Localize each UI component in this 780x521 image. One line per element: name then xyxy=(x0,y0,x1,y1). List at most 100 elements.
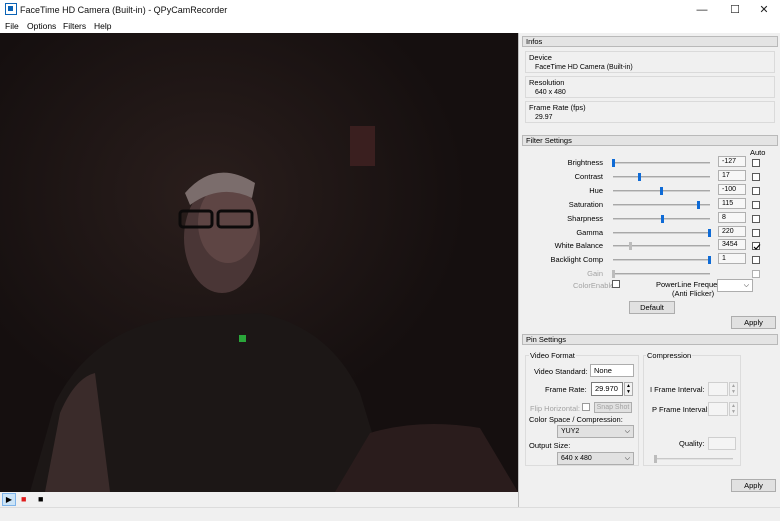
status-bar xyxy=(0,507,780,521)
default-button[interactable]: Default xyxy=(629,301,675,314)
auto-column-label: Auto xyxy=(750,148,766,157)
device-info: Device FaceTime HD Camera (Built-in) xyxy=(525,51,775,73)
contrast-slider-thumb[interactable] xyxy=(638,173,642,181)
p-frame-input[interactable] xyxy=(708,402,728,416)
powerline-select[interactable]: ⌵ xyxy=(717,279,753,292)
stop-button[interactable]: ■ xyxy=(38,494,43,504)
saturation-slider[interactable] xyxy=(613,201,710,209)
camera-frame-image xyxy=(0,33,518,492)
camera-preview xyxy=(0,33,518,492)
gain-slider-thumb[interactable] xyxy=(612,270,615,278)
quality-input[interactable] xyxy=(708,437,736,450)
sharpness-label: Sharpness xyxy=(567,214,603,223)
flip-horizontal-checkbox[interactable] xyxy=(582,403,590,411)
menu-filters[interactable]: Filters xyxy=(63,21,86,31)
brightness-slider-thumb[interactable] xyxy=(612,159,615,167)
hue-slider-thumb[interactable] xyxy=(659,187,663,195)
backlight-comp-slider[interactable] xyxy=(613,256,712,264)
maximize-button[interactable]: ☐ xyxy=(719,0,751,19)
compression-label: Compression xyxy=(646,351,693,360)
playback-bar: ▶ ■ ■ xyxy=(0,492,518,507)
menu-file[interactable]: File xyxy=(5,21,19,31)
hue-auto-checkbox[interactable] xyxy=(752,187,760,195)
quality-slider-thumb[interactable] xyxy=(654,455,657,463)
color-space-select[interactable]: YUY2 ⌵ xyxy=(557,425,634,438)
menu-help[interactable]: Help xyxy=(94,21,111,31)
pin-settings-header: Pin Settings xyxy=(522,334,778,345)
frame-rate-spinner[interactable]: ▲ ▼ xyxy=(624,382,633,396)
white-balance-slider-thumb[interactable] xyxy=(629,242,633,250)
color-space-value: YUY2 xyxy=(561,428,580,435)
frame-rate-input[interactable]: 29.970 xyxy=(591,382,623,396)
infos-header: Infos xyxy=(522,36,778,47)
backlight-comp-auto-checkbox[interactable] xyxy=(752,256,760,264)
saturation-value[interactable]: 115 xyxy=(718,198,746,209)
gamma-slider-thumb[interactable] xyxy=(708,229,712,237)
gamma-label: Gamma xyxy=(576,228,603,237)
snap-shot-button[interactable]: Snap Shot xyxy=(594,402,632,413)
sharpness-value[interactable]: 8 xyxy=(718,212,746,223)
saturation-label: Saturation xyxy=(568,200,603,209)
white-balance-value[interactable]: 3454 xyxy=(718,239,746,250)
brightness-auto-checkbox[interactable] xyxy=(752,159,760,167)
app-icon xyxy=(5,3,17,15)
brightness-label: Brightness xyxy=(567,158,603,167)
chevron-down-icon: ⌵ xyxy=(743,282,749,289)
settings-panel: Infos Device FaceTime HD Camera (Built-i… xyxy=(518,33,780,507)
hue-slider[interactable] xyxy=(613,187,710,195)
sharpness-slider[interactable] xyxy=(613,215,710,223)
video-standard-label: Video Standard: xyxy=(534,367,588,376)
gamma-slider[interactable] xyxy=(613,229,712,237)
frame-rate-label: Frame Rate: xyxy=(545,385,587,394)
contrast-label: Contrast xyxy=(574,172,603,181)
i-frame-label: I Frame Interval: xyxy=(650,385,705,394)
sharpness-auto-checkbox[interactable] xyxy=(752,215,760,223)
resolution-value: 640 x 480 xyxy=(535,89,566,96)
quality-label: Quality: xyxy=(679,439,705,448)
gamma-auto-checkbox[interactable] xyxy=(752,229,760,237)
p-frame-spinner[interactable]: ▲ ▼ xyxy=(729,402,738,416)
contrast-auto-checkbox[interactable] xyxy=(752,173,760,181)
backlight-comp-value[interactable]: 1 xyxy=(718,253,746,264)
gamma-value[interactable]: 220 xyxy=(718,226,746,237)
sharpness-slider-thumb[interactable] xyxy=(660,215,664,223)
pin-apply-button[interactable]: Apply xyxy=(731,479,776,492)
saturation-auto-checkbox[interactable] xyxy=(752,201,760,209)
video-standard-field[interactable]: None xyxy=(590,364,634,377)
i-frame-spinner[interactable]: ▲ ▼ xyxy=(729,382,738,396)
contrast-slider[interactable] xyxy=(613,173,710,181)
contrast-value[interactable]: 17 xyxy=(718,170,746,181)
output-size-value: 640 x 480 xyxy=(561,455,592,462)
hue-value[interactable]: -100 xyxy=(718,184,746,195)
record-button[interactable]: ■ xyxy=(21,494,26,504)
brightness-value[interactable]: -127 xyxy=(718,156,746,167)
white-balance-slider[interactable] xyxy=(613,242,710,250)
menu-options[interactable]: Options xyxy=(27,21,56,31)
play-button[interactable]: ▶ xyxy=(2,493,16,506)
white-balance-label: White Balance xyxy=(554,241,603,250)
brightness-slider[interactable] xyxy=(612,159,710,167)
powerline-sublabel: (Anti Flicker) xyxy=(672,289,715,298)
saturation-slider-thumb[interactable] xyxy=(697,201,701,209)
color-enable-checkbox[interactable] xyxy=(612,280,620,288)
gain-slider[interactable] xyxy=(612,270,710,278)
p-frame-label: P Frame Interval: xyxy=(652,405,710,414)
filter-apply-button[interactable]: Apply xyxy=(731,316,776,329)
hue-label: Hue xyxy=(589,186,603,195)
resolution-info: Resolution 640 x 480 xyxy=(525,76,775,98)
chevron-down-icon: ⌵ xyxy=(624,428,630,435)
minimize-button[interactable]: — xyxy=(686,0,718,19)
framerate-info: Frame Rate (fps) 29.97 xyxy=(525,101,775,123)
resolution-label: Resolution xyxy=(529,78,565,87)
white-balance-auto-checkbox[interactable] xyxy=(752,242,761,250)
menu-bar: File Options Filters Help xyxy=(0,19,780,33)
backlight-comp-slider-thumb[interactable] xyxy=(708,256,712,264)
gain-auto-checkbox[interactable] xyxy=(752,270,760,278)
close-button[interactable]: ✕ xyxy=(748,0,780,19)
chevron-down-icon: ⌵ xyxy=(624,455,630,462)
quality-slider[interactable] xyxy=(654,455,733,463)
output-size-select[interactable]: 640 x 480 ⌵ xyxy=(557,452,634,465)
device-label: Device xyxy=(529,53,552,62)
i-frame-input[interactable] xyxy=(708,382,728,396)
framerate-value: 29.97 xyxy=(535,114,553,121)
